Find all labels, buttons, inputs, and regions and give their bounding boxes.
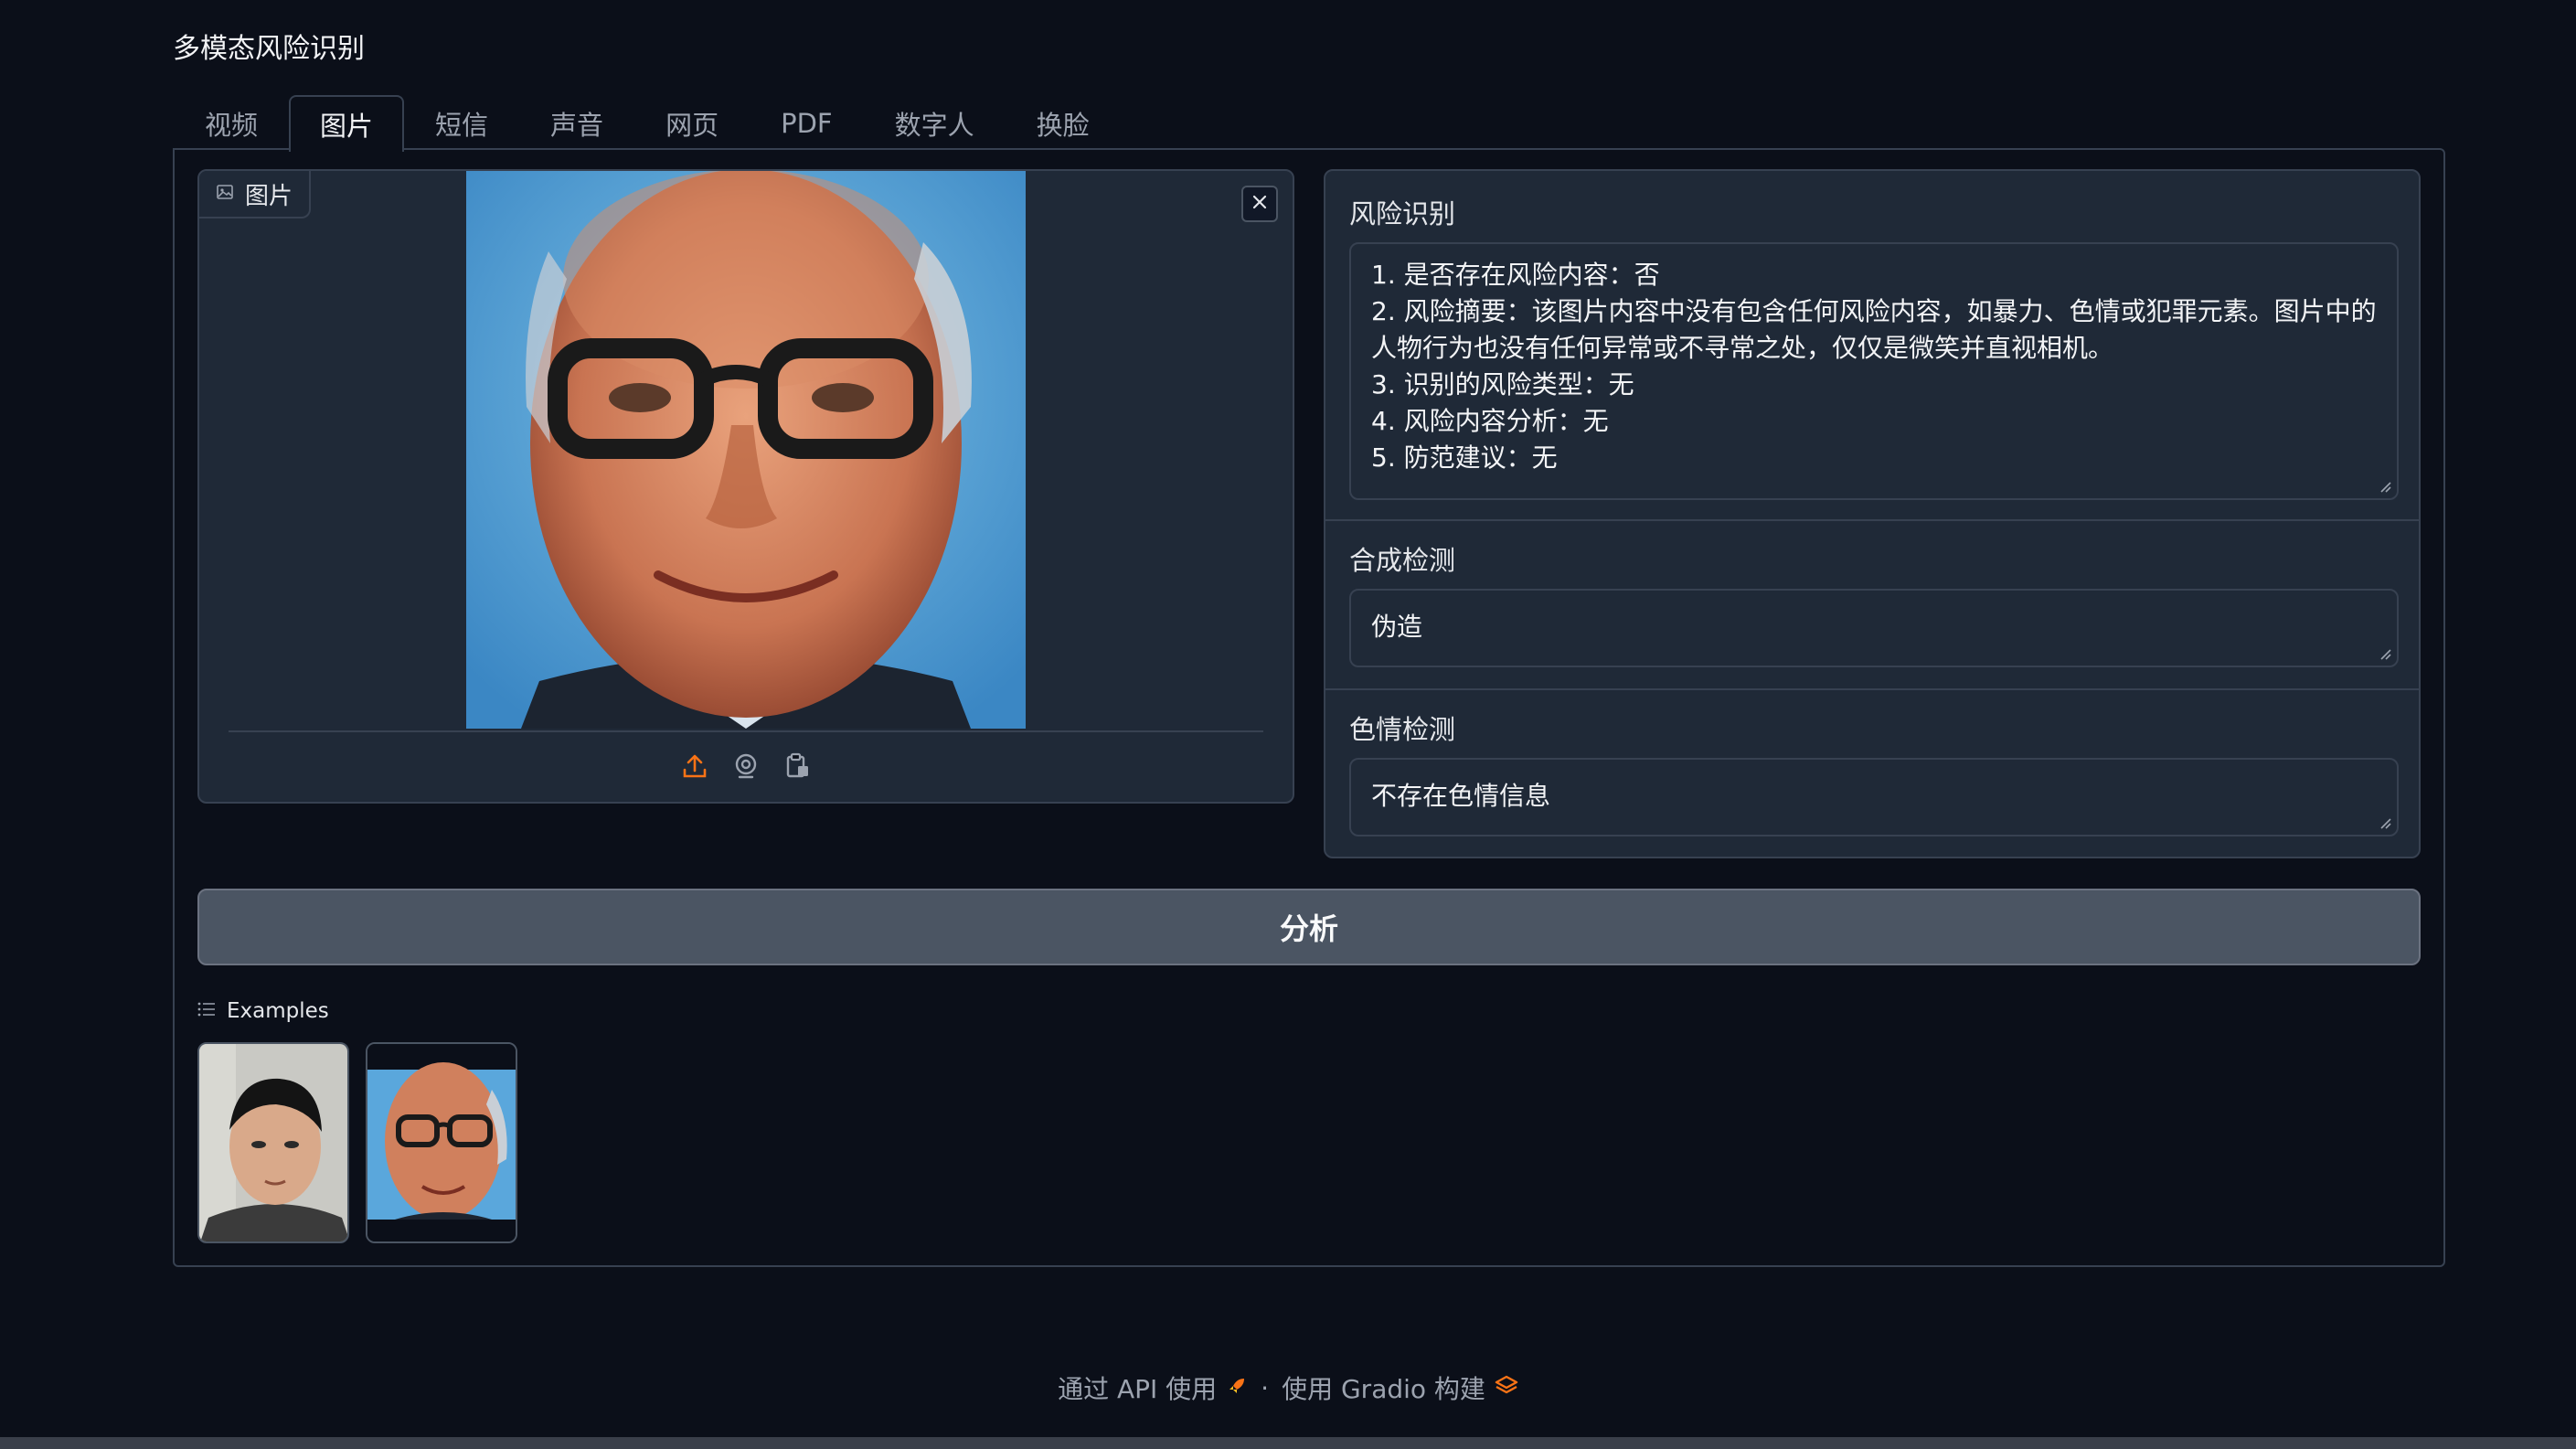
api-link[interactable]: 通过 API 使用 bbox=[1058, 1369, 1248, 1406]
synthesis-output-group: 合成检测 伪造 bbox=[1325, 519, 2419, 688]
porn-output-textbox[interactable]: 不存在色情信息 bbox=[1349, 758, 2399, 836]
example-thumbnail-2[interactable] bbox=[366, 1042, 517, 1243]
tab-face-swap[interactable]: 换脸 bbox=[1006, 95, 1121, 150]
webcam-source-button[interactable] bbox=[730, 752, 761, 783]
image-input[interactable]: 图片 bbox=[197, 169, 1294, 804]
upload-icon bbox=[681, 752, 708, 783]
tab-pdf[interactable]: PDF bbox=[750, 95, 864, 150]
synthesis-output-textbox[interactable]: 伪造 bbox=[1349, 589, 2399, 667]
tab-image[interactable]: 图片 bbox=[289, 95, 405, 152]
footer-separator: · bbox=[1261, 1372, 1270, 1403]
image-input-label: 图片 bbox=[199, 171, 312, 218]
uploaded-face-image bbox=[466, 171, 1026, 729]
api-link-label: 通过 API 使用 bbox=[1058, 1374, 1218, 1404]
divider bbox=[229, 730, 1263, 732]
example-image-older-man bbox=[367, 1044, 516, 1241]
example-image-young-man bbox=[199, 1044, 347, 1241]
list-icon bbox=[197, 999, 216, 1023]
examples-header: Examples bbox=[197, 996, 329, 1026]
image-icon bbox=[216, 180, 234, 208]
risk-line-4: 4. 风险内容分析：无 bbox=[1371, 406, 1609, 436]
examples-label: Examples bbox=[227, 999, 329, 1023]
webcam-icon bbox=[732, 752, 760, 783]
synthesis-output-label: 合成检测 bbox=[1349, 545, 1456, 576]
gradio-link-label: 使用 Gradio 构建 bbox=[1282, 1374, 1485, 1404]
gradio-logo-icon bbox=[1495, 1373, 1518, 1403]
image-input-label-text: 图片 bbox=[245, 182, 293, 210]
tab-video[interactable]: 视频 bbox=[174, 95, 289, 150]
rocket-icon bbox=[1226, 1373, 1248, 1403]
tab-sms[interactable]: 短信 bbox=[404, 95, 519, 150]
app-title: 多模态风险识别 bbox=[173, 33, 365, 65]
tab-audio[interactable]: 声音 bbox=[519, 95, 634, 150]
risk-output-textbox[interactable]: 1. 是否存在风险内容：否 2. 风险摘要：该图片内容中没有包含任何风险内容，如… bbox=[1349, 242, 2399, 500]
window-bottom-edge bbox=[0, 1437, 2576, 1449]
synthesis-value: 伪造 bbox=[1371, 612, 1423, 642]
clear-image-button[interactable] bbox=[1241, 186, 1278, 222]
gradio-link[interactable]: 使用 Gradio 构建 bbox=[1282, 1369, 1518, 1406]
porn-output-label: 色情检测 bbox=[1349, 714, 1456, 745]
output-panel: 风险识别 1. 是否存在风险内容：否 2. 风险摘要：该图片内容中没有包含任何风… bbox=[1324, 169, 2421, 858]
risk-line-5: 5. 防范建议：无 bbox=[1371, 442, 1558, 473]
example-thumbnail-1[interactable] bbox=[197, 1042, 349, 1243]
porn-value: 不存在色情信息 bbox=[1371, 781, 1551, 811]
tab-digital-human[interactable]: 数字人 bbox=[864, 95, 1006, 150]
risk-line-2: 2. 风险摘要：该图片内容中没有包含任何风险内容，如暴力、色情或犯罪元素。图片中… bbox=[1371, 296, 2377, 363]
footer: 通过 API 使用 · 使用 Gradio 构建 bbox=[0, 1366, 2576, 1410]
analyze-button[interactable]: 分析 bbox=[197, 889, 2421, 965]
risk-line-1: 1. 是否存在风险内容：否 bbox=[1371, 260, 1660, 290]
risk-output-group: 风险识别 1. 是否存在风险内容：否 2. 风险摘要：该图片内容中没有包含任何风… bbox=[1325, 171, 2419, 519]
clipboard-source-button[interactable] bbox=[782, 752, 813, 783]
tab-webpage[interactable]: 网页 bbox=[634, 95, 750, 150]
tab-bar: 视频 图片 短信 声音 网页 PDF 数字人 换脸 bbox=[174, 95, 1121, 152]
clipboard-icon bbox=[783, 752, 811, 783]
resize-grip-icon[interactable] bbox=[2379, 647, 2391, 660]
risk-output-label: 风险识别 bbox=[1349, 198, 1456, 229]
resize-grip-icon[interactable] bbox=[2379, 816, 2391, 829]
porn-output-group: 色情检测 不存在色情信息 bbox=[1325, 688, 2419, 857]
risk-line-3: 3. 识别的风险类型：无 bbox=[1371, 369, 1634, 400]
image-source-selector bbox=[199, 752, 1293, 789]
resize-grip-icon[interactable] bbox=[2379, 480, 2391, 493]
close-icon bbox=[1251, 194, 1268, 214]
upload-source-button[interactable] bbox=[679, 752, 710, 783]
